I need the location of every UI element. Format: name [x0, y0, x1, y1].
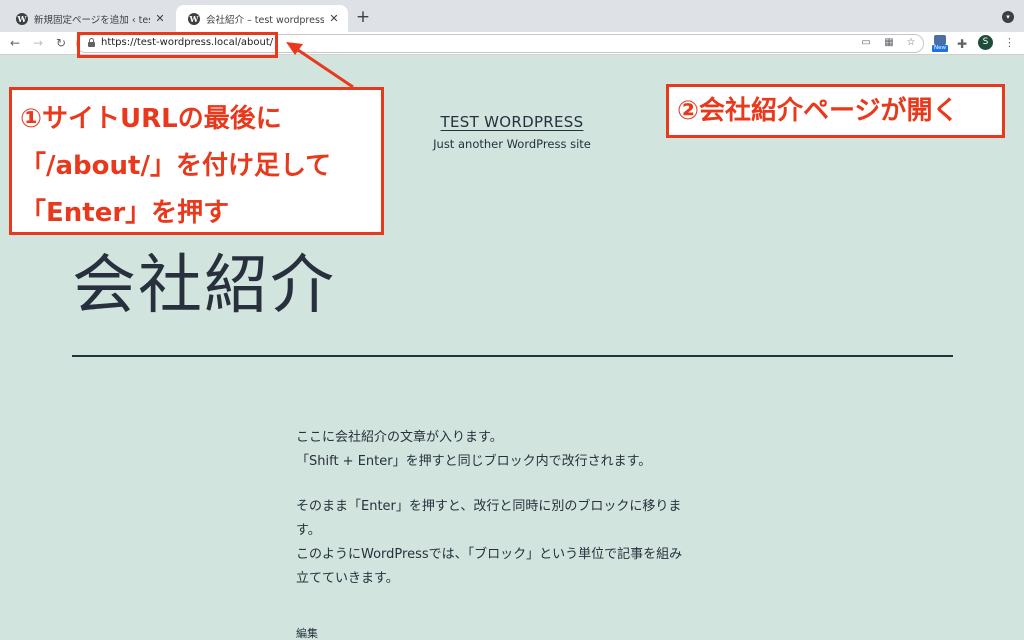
tab-search-icon[interactable]: ▾ — [1002, 11, 1014, 23]
step1-line: 「/about/」を付け足して — [20, 151, 332, 181]
close-icon[interactable]: ✕ — [154, 12, 166, 25]
qr-code-icon[interactable]: ▦ — [883, 37, 895, 49]
wordpress-icon: W — [188, 12, 200, 25]
paragraph-line: このようにWordPressでは、「ブロック」という単位で記事を組み — [296, 547, 683, 562]
step1-callout: ①サイトURLの最後に 「/about/」を付け足して 「Enter」を押す — [9, 87, 384, 235]
wordpress-icon: W — [16, 12, 28, 25]
step2-line: ②会社紹介ページが開く — [677, 96, 959, 126]
paragraph-line: 「Shift + Enter」を押すと同じブロック内で改行されます。 — [296, 454, 652, 469]
step1-line: 「Enter」を押す — [20, 198, 230, 228]
forward-button[interactable]: → — [30, 35, 46, 51]
url-highlight-box — [77, 32, 278, 58]
step1-line: ①サイトURLの最後に — [20, 104, 282, 134]
back-button[interactable]: ← — [7, 35, 23, 51]
page-content: ここに会社紹介の文章が入ります。 「Shift + Enter」を押すと同じブロ… — [296, 426, 736, 591]
page-title: 会社紹介 — [72, 249, 336, 323]
new-tab-button[interactable]: + — [355, 7, 371, 27]
site-title-link[interactable]: TEST WORDPRESS — [441, 113, 584, 131]
extension-badge: New — [932, 45, 948, 52]
profile-avatar[interactable]: S — [978, 35, 993, 50]
tab-new-page[interactable]: W 新規固定ページを追加 ‹ test word ✕ — [4, 5, 174, 32]
extensions-puzzle-icon[interactable]: ✚ — [957, 37, 967, 51]
browser-menu-icon[interactable]: ⋮ — [1004, 36, 1015, 49]
reload-button[interactable]: ↻ — [53, 35, 69, 51]
paragraph-line: ここに会社紹介の文章が入ります。 — [296, 430, 503, 445]
tab-title: 会社紹介 – test wordpress — [206, 14, 324, 26]
extension-new-icon[interactable]: New — [932, 35, 948, 53]
tab-about[interactable]: W 会社紹介 – test wordpress ✕ — [176, 5, 348, 32]
title-divider — [72, 355, 953, 357]
edit-link[interactable]: 編集 — [296, 625, 318, 640]
close-icon[interactable]: ✕ — [328, 12, 340, 25]
cast-icon[interactable]: ▭ — [860, 37, 872, 49]
step2-callout: ②会社紹介ページが開く — [666, 84, 1005, 138]
paragraph-line: す。 — [296, 523, 321, 538]
paragraph-line: 立てていきます。 — [296, 571, 399, 586]
tab-strip: W 新規固定ページを追加 ‹ test word ✕ W 会社紹介 – test… — [0, 0, 1024, 32]
tab-title: 新規固定ページを追加 ‹ test word — [34, 14, 150, 26]
paragraph-line: そのまま「Enter」を押すと、改行と同時に別のブロックに移りま — [296, 499, 682, 514]
bookmark-star-icon[interactable]: ☆ — [905, 37, 917, 49]
